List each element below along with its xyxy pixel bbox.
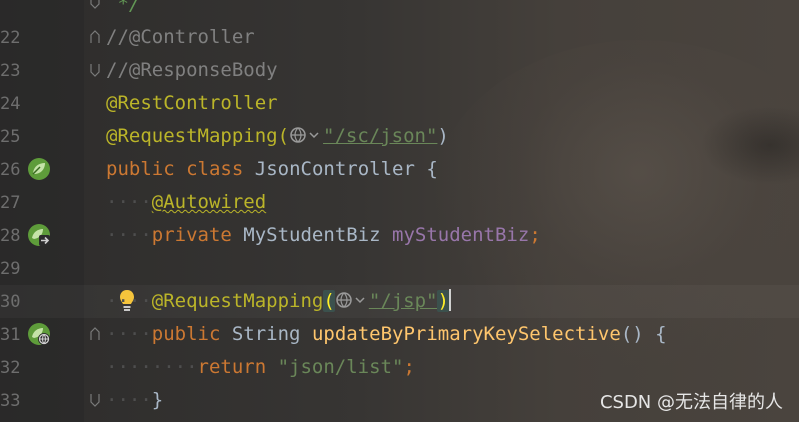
code-text: ····@RequestMapping("/jsp") [106, 289, 451, 312]
text-caret [448, 289, 451, 311]
code-text: @RestController [106, 92, 278, 114]
code-line[interactable]: 26 public class JsonController { [0, 153, 799, 186]
current-code-line[interactable]: 30 ····@RequestMapping("/jsp") [0, 285, 799, 318]
line-number: 25 [0, 126, 21, 147]
line-number: 30 [0, 291, 21, 312]
line-number: 26 [0, 159, 21, 180]
code-line[interactable]: 27 ····@Autowired [0, 186, 799, 219]
code-text: //@Controller [106, 26, 255, 48]
line-number: 27 [0, 192, 21, 213]
code-line[interactable]: 32 ········return "json/list"; [0, 351, 799, 384]
line-number: 33 [0, 390, 21, 411]
code-text: ····public String updateByPrimaryKeySele… [106, 323, 667, 345]
code-text: ····} [106, 389, 164, 411]
code-line[interactable]: 24 @RestController [0, 87, 799, 120]
fold-end-icon[interactable] [89, 392, 103, 422]
line-number: 24 [0, 93, 21, 114]
code-text: //@ResponseBody [106, 59, 278, 81]
code-line[interactable]: 22 //@Controller [0, 21, 799, 54]
code-text: ········return "json/list"; [106, 356, 415, 378]
code-line[interactable]: 25 @RequestMapping("/sc/json") [0, 120, 799, 153]
line-number: 28 [0, 225, 21, 246]
line-number: 31 [0, 324, 21, 345]
line-number: 29 [0, 258, 21, 279]
code-line[interactable]: 31 ····public String updateByPrimaryKeyS… [0, 318, 799, 351]
line-number: 32 [0, 357, 21, 378]
code-text: public class JsonController { [106, 158, 438, 180]
code-text: ····private MyStudentBiz myStudentBiz; [106, 224, 541, 246]
url-globe-icon[interactable] [335, 289, 369, 311]
line-number: 23 [0, 60, 21, 81]
code-text: ····@Autowired [106, 191, 267, 213]
spring-bean-icon[interactable] [27, 157, 51, 181]
code-line[interactable]: 28 ····private MyStudentBiz myStudentBiz… [0, 219, 799, 252]
code-line[interactable]: */ [0, 0, 799, 21]
code-text: @RequestMapping("/sc/json") [106, 124, 449, 147]
code-text: */ [106, 0, 141, 15]
code-line[interactable]: 29 [0, 252, 799, 285]
code-line[interactable]: 23 //@ResponseBody [0, 54, 799, 87]
spring-web-endpoint-icon[interactable] [27, 322, 51, 346]
spring-autowired-icon[interactable] [27, 223, 51, 247]
watermark: CSDN @无法自律的人 [599, 392, 783, 413]
line-number: 22 [0, 27, 21, 48]
code-editor[interactable]: */ 22 //@Controller 23 //@ResponseBody 2… [0, 0, 799, 422]
url-globe-icon[interactable] [289, 124, 323, 146]
